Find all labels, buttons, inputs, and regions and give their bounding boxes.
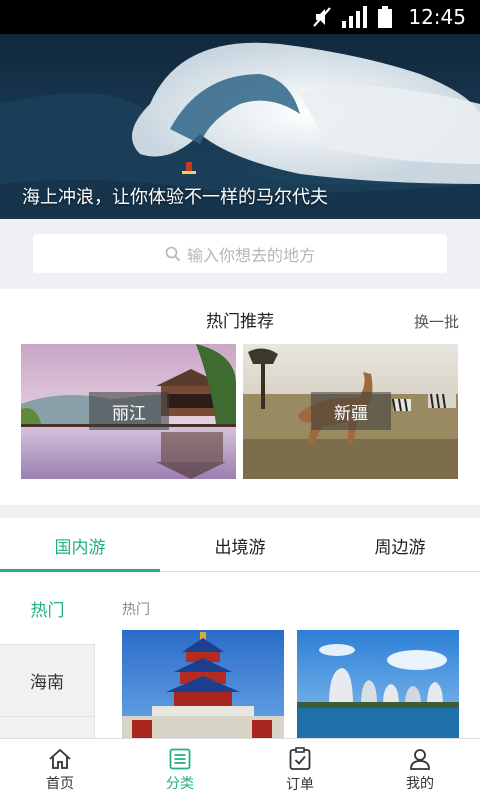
tab-outbound[interactable]: 出境游 [160, 518, 320, 572]
nav-orders[interactable]: 订单 [240, 739, 360, 800]
nav-profile[interactable]: 我的 [360, 739, 480, 800]
destination-content: 热门 海南 热门 [0, 572, 480, 746]
tab-domestic[interactable]: 国内游 [0, 518, 160, 572]
hot-recommend-section: 热门推荐 换一批 丽江 新疆 [0, 289, 480, 505]
hot-card-lijiang[interactable]: 丽江 [21, 344, 236, 479]
order-clipboard-icon [289, 746, 311, 770]
refresh-button[interactable]: 换一批 [414, 311, 459, 332]
nav-orders-label: 订单 [286, 776, 314, 793]
hot-title: 热门推荐 [206, 312, 274, 332]
destination-thumb-beijing[interactable] [122, 630, 284, 738]
destination-thumb-sanya[interactable] [297, 630, 459, 738]
home-icon [49, 748, 71, 769]
temple-of-heaven-image [122, 630, 284, 738]
search-area: 输入你想去的地方 [0, 219, 480, 289]
tab-nearby[interactable]: 周边游 [320, 518, 480, 572]
search-input[interactable]: 输入你想去的地方 [33, 234, 447, 273]
nav-profile-label: 我的 [406, 775, 434, 792]
nav-home[interactable]: 首页 [0, 739, 120, 800]
bottom-nav: 首页 分类 订单 我的 [0, 738, 480, 800]
search-icon [165, 246, 181, 261]
status-bar: 12:45 [0, 0, 480, 34]
status-time: 12:45 [408, 5, 466, 29]
hot-card-xinjiang[interactable]: 新疆 [243, 344, 458, 479]
sidebar-item-hainan[interactable]: 海南 [0, 644, 95, 716]
region-sidebar: 热门 海南 [0, 572, 95, 746]
hot-card-label: 新疆 [311, 392, 391, 430]
nav-home-label: 首页 [46, 775, 74, 792]
hero-banner[interactable]: 海上冲浪，让你体验不一样的马尔代夫 [0, 34, 480, 219]
category-list-icon [169, 748, 191, 769]
sanya-towers-image [297, 630, 459, 738]
battery-icon [378, 6, 392, 28]
mute-icon [313, 7, 331, 27]
status-icons [312, 6, 392, 28]
content-section-label: 热门 [122, 602, 150, 618]
sidebar-item-hot[interactable]: 热门 [0, 572, 95, 644]
user-icon [410, 748, 430, 770]
category-tabs: 国内游 出境游 周边游 [0, 518, 480, 572]
banner-caption: 海上冲浪，让你体验不一样的马尔代夫 [22, 187, 328, 208]
nav-category[interactable]: 分类 [120, 739, 240, 800]
search-placeholder: 输入你想去的地方 [186, 245, 315, 265]
hot-card-label: 丽江 [89, 392, 169, 430]
nav-category-label: 分类 [166, 775, 194, 792]
signal-icon [342, 6, 367, 28]
